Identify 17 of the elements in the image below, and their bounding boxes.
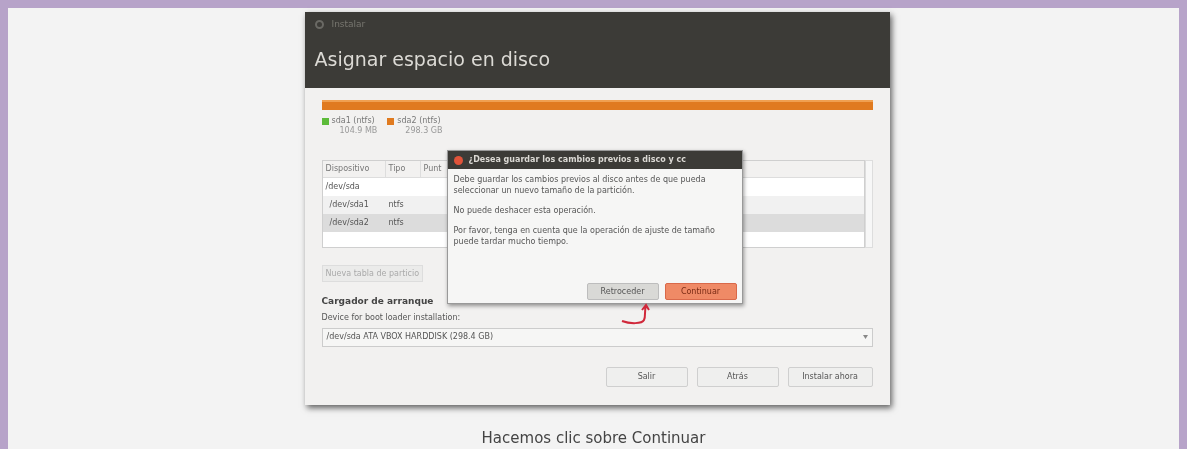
partition-name: sda1 (ntfs) xyxy=(331,116,376,126)
dialog-title: ¿Desea guardar los cambios previos a disco y cc xyxy=(468,154,686,166)
dialog-text: No puede deshacer esta operación. xyxy=(453,205,597,216)
table-cell-text: ntfs xyxy=(387,217,405,229)
dialog-text: Por favor, tenga en cuenta que la operación de ajuste de tamaño puede tardar mucho tiempo. xyxy=(453,225,716,247)
field-label: Device for boot loader installation: xyxy=(321,311,461,324)
page-heading: Asignar espacio en disco xyxy=(314,46,552,72)
section-heading: Cargador de arranque xyxy=(321,295,435,308)
table-cell-text: /dev/sda2 xyxy=(328,217,370,229)
partition-name: sda2 (ntfs) xyxy=(397,116,442,126)
dialog-text: Debe guardar los cambios previos al disco antes de que pueda seleccionar un nuevo tamaño de la partición. xyxy=(453,174,707,196)
partition-size: 298.3 GB xyxy=(404,126,443,136)
table-cell-text: /dev/sda1 xyxy=(328,199,370,211)
table-cell-text: /dev/sda xyxy=(324,181,361,193)
table-cell-text: ntfs xyxy=(387,199,405,211)
partition-size: 104.9 MB xyxy=(338,126,378,136)
caption: Hacemos clic sobre Continuar xyxy=(481,427,706,449)
